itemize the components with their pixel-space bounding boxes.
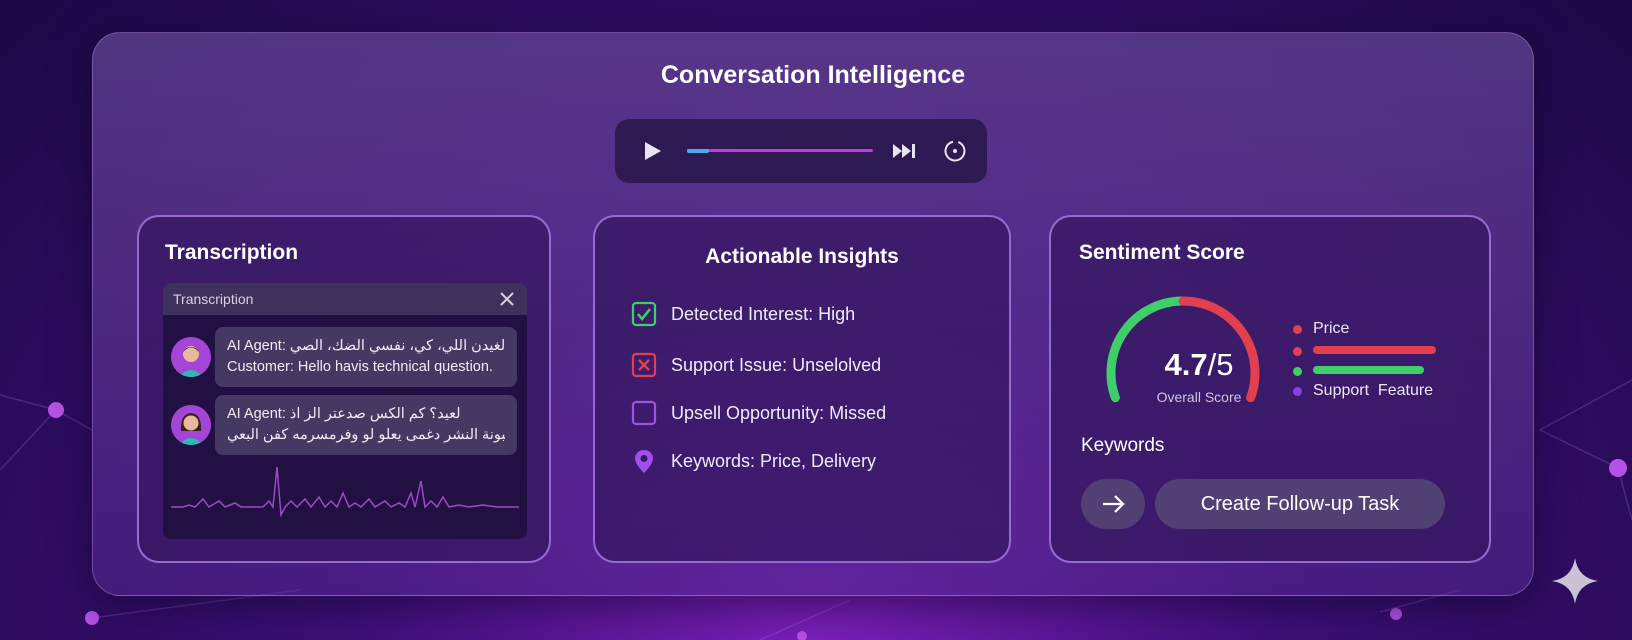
- main-panel: Conversation Intelligence Transcription …: [92, 32, 1534, 596]
- legend-bar: [1313, 346, 1436, 354]
- legend-label: Support Feature: [1313, 382, 1434, 399]
- insight-label: Keywords: Price, Delivery: [671, 451, 877, 471]
- score-number: 4.7: [1164, 347, 1208, 382]
- legend-bar: [1313, 366, 1424, 374]
- message-line: AI Agent: لغيدن اللي، كي، نفسي الضك، الص…: [227, 338, 505, 354]
- legend-item-price: Price: [1293, 319, 1473, 339]
- agent-avatar: [171, 337, 211, 377]
- legend-dot: [1293, 325, 1302, 334]
- transcription-card: Transcription Transcription AI Agent: لغ…: [137, 215, 551, 563]
- audio-progress-bar[interactable]: [687, 148, 873, 153]
- empty-box-icon: [631, 400, 657, 426]
- transcription-panel-header: Transcription: [163, 283, 527, 315]
- message-line: كفلن المبونة النشر دغمى يعلو لو وفرمسرمه…: [227, 427, 505, 443]
- insight-label: Support Issue: Unselolved: [671, 355, 882, 375]
- legend-item-support-feature: Support Feature: [1293, 381, 1473, 401]
- message-bubble: AI Agent: لعيد؟ كم الكس صدعتر الز اذ كفل…: [215, 395, 517, 455]
- sparkle-icon: [1552, 558, 1598, 604]
- message-item: AI Agent: لغيدن اللي، كي، نفسي الضك، الص…: [171, 327, 519, 387]
- create-follow-up-task-button[interactable]: Create Follow-up Task: [1155, 479, 1445, 529]
- message-item: AI Agent: لعيد؟ كم الكس صدعتر الز اذ كفل…: [171, 395, 519, 455]
- transcription-card-title: Transcription: [165, 241, 299, 264]
- message-bubble: AI Agent: لغيدن اللي، كي، نفسي الضك، الص…: [215, 327, 517, 387]
- insight-label: Detected Interest: High: [671, 304, 856, 324]
- insights-card: Actionable Insights Detected Interest: H…: [593, 215, 1011, 563]
- sentiment-gauge: [1106, 296, 1260, 403]
- x-box-icon: [631, 352, 657, 378]
- insights-card-title: Actionable Insights: [705, 245, 899, 268]
- transcription-panel: Transcription AI Agent: لغيدن اللي، كي، …: [163, 283, 527, 539]
- play-icon[interactable]: [639, 138, 665, 164]
- audio-progress-fill: [687, 148, 710, 153]
- transcription-panel-title: Transcription: [173, 291, 254, 307]
- sentiment-score: 4.7/5: [1135, 347, 1263, 383]
- insight-label: Upsell Opportunity: Missed: [671, 403, 887, 423]
- legend-item-bar-green: [1293, 361, 1473, 381]
- close-icon[interactable]: [497, 289, 517, 309]
- skip-forward-icon[interactable]: [891, 139, 919, 163]
- location-pin-icon: [635, 450, 653, 473]
- insight-item-upsell: Upsell Opportunity: Missed: [631, 398, 991, 428]
- audio-waveform: [171, 466, 519, 518]
- customer-avatar: [171, 405, 211, 445]
- message-line: AI Agent: لعيد؟ كم الكس صدعتر الز اذ: [227, 406, 461, 422]
- score-max: /5: [1207, 347, 1234, 382]
- arrow-button[interactable]: [1081, 479, 1145, 529]
- insight-item-support: Support Issue: Unselolved: [631, 350, 991, 380]
- legend-dot: [1293, 387, 1302, 396]
- audio-player: [615, 119, 987, 183]
- sentiment-card-title: Sentiment Score: [1079, 241, 1245, 264]
- legend-label: Price: [1313, 320, 1350, 337]
- arrow-right-icon: [1103, 495, 1125, 513]
- message-line: Customer: Hello havis technical question…: [227, 359, 493, 375]
- score-label: Overall Score: [1156, 389, 1242, 405]
- speed-dial-icon[interactable]: [943, 139, 967, 163]
- keywords-label: Keywords: [1081, 435, 1165, 456]
- check-icon: [631, 301, 657, 327]
- legend-item-bar-red: [1293, 341, 1473, 361]
- legend-dot: [1293, 367, 1302, 376]
- page-title: Conversation Intelligence: [660, 61, 966, 89]
- insight-item-interest: Detected Interest: High: [631, 299, 991, 329]
- sentiment-card: Sentiment Score 4.7/5 Overall Score Pric…: [1049, 215, 1491, 563]
- insight-item-keywords: Keywords: Price, Delivery: [631, 446, 991, 476]
- legend-dot: [1293, 347, 1302, 356]
